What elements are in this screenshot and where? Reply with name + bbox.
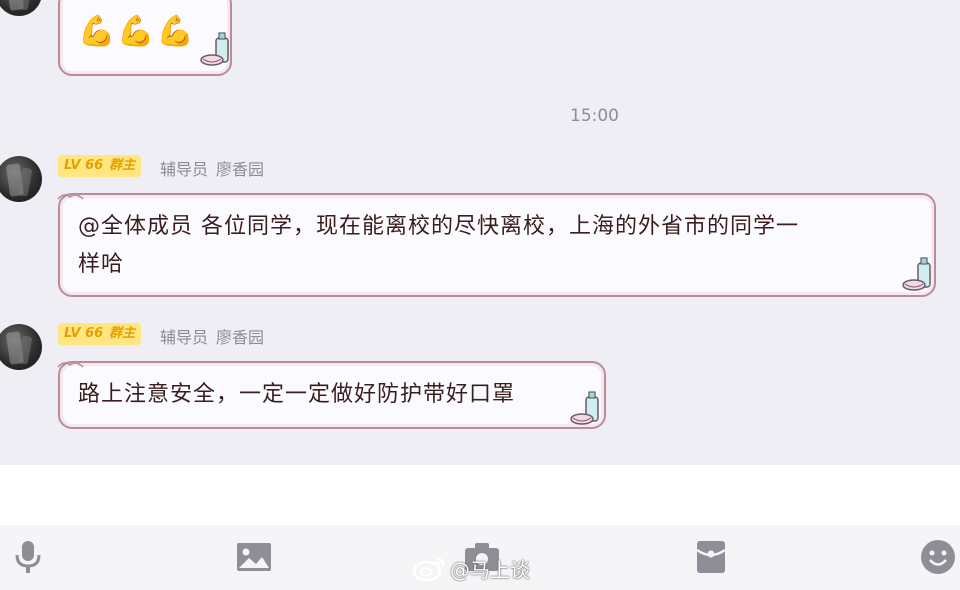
message-input-field[interactable] bbox=[0, 465, 960, 525]
badge-role: 群主 bbox=[109, 326, 136, 341]
member-level-badge: LV 66 群主 bbox=[58, 155, 142, 177]
badge-level: LV 66 bbox=[64, 158, 104, 173]
avatar[interactable] bbox=[0, 324, 42, 370]
emoji-icon[interactable] bbox=[920, 539, 956, 575]
message-text-line-1: @全体成员 各位同学，现在能离校的尽快离校，上海的外省市的同学一 bbox=[78, 214, 799, 239]
goggles-icon bbox=[57, 194, 84, 200]
message-bubble[interactable]: @全体成员 各位同学，现在能离校的尽快离校，上海的外省市的同学一 样哈 bbox=[57, 193, 936, 297]
hand-sanitizer-icon bbox=[902, 257, 931, 291]
message-bubble-emoji[interactable]: 💪💪💪 bbox=[58, 0, 232, 76]
message-text-line-1: 路上注意安全，一定一定做好防护带好口罩 bbox=[78, 382, 516, 407]
avatar[interactable] bbox=[0, 156, 42, 202]
image-icon[interactable] bbox=[236, 542, 272, 572]
badge-role: 群主 bbox=[109, 158, 136, 173]
sender-info[interactable]: 辅导员 廖香园 bbox=[160, 324, 264, 348]
goggles-icon bbox=[57, 362, 84, 368]
member-level-badge: LV 66 群主 bbox=[58, 323, 142, 345]
sender-name: 廖香园 bbox=[216, 328, 265, 347]
hand-sanitizer-icon bbox=[200, 32, 229, 66]
hand-sanitizer-icon bbox=[570, 391, 599, 425]
badge-level: LV 66 bbox=[64, 326, 104, 341]
red-packet-icon[interactable] bbox=[696, 540, 726, 574]
watermark-text: @马上谈 bbox=[450, 557, 530, 582]
sender-info[interactable]: 辅导员 廖香园 bbox=[160, 156, 264, 180]
avatar[interactable] bbox=[0, 0, 42, 16]
message-timestamp: 15:00 bbox=[570, 106, 619, 126]
microphone-icon[interactable] bbox=[12, 539, 44, 575]
chat-message-area[interactable]: 💪💪💪 15:00 LV 66 群主 辅导员 廖香园 @全体成员 各位同学，现在能离… bbox=[0, 0, 960, 465]
message-bubble[interactable]: 路上注意安全，一定一定做好防护带好口罩 bbox=[57, 361, 606, 429]
weibo-icon bbox=[412, 556, 445, 582]
sender-name: 廖香园 bbox=[216, 160, 265, 179]
sender-title: 辅导员 bbox=[160, 328, 209, 347]
message-text-line-2: 样哈 bbox=[78, 252, 125, 277]
sender-title: 辅导员 bbox=[160, 160, 209, 179]
watermark: @马上谈 bbox=[412, 553, 530, 583]
flexed-biceps-emoji: 💪💪💪 bbox=[78, 14, 197, 49]
